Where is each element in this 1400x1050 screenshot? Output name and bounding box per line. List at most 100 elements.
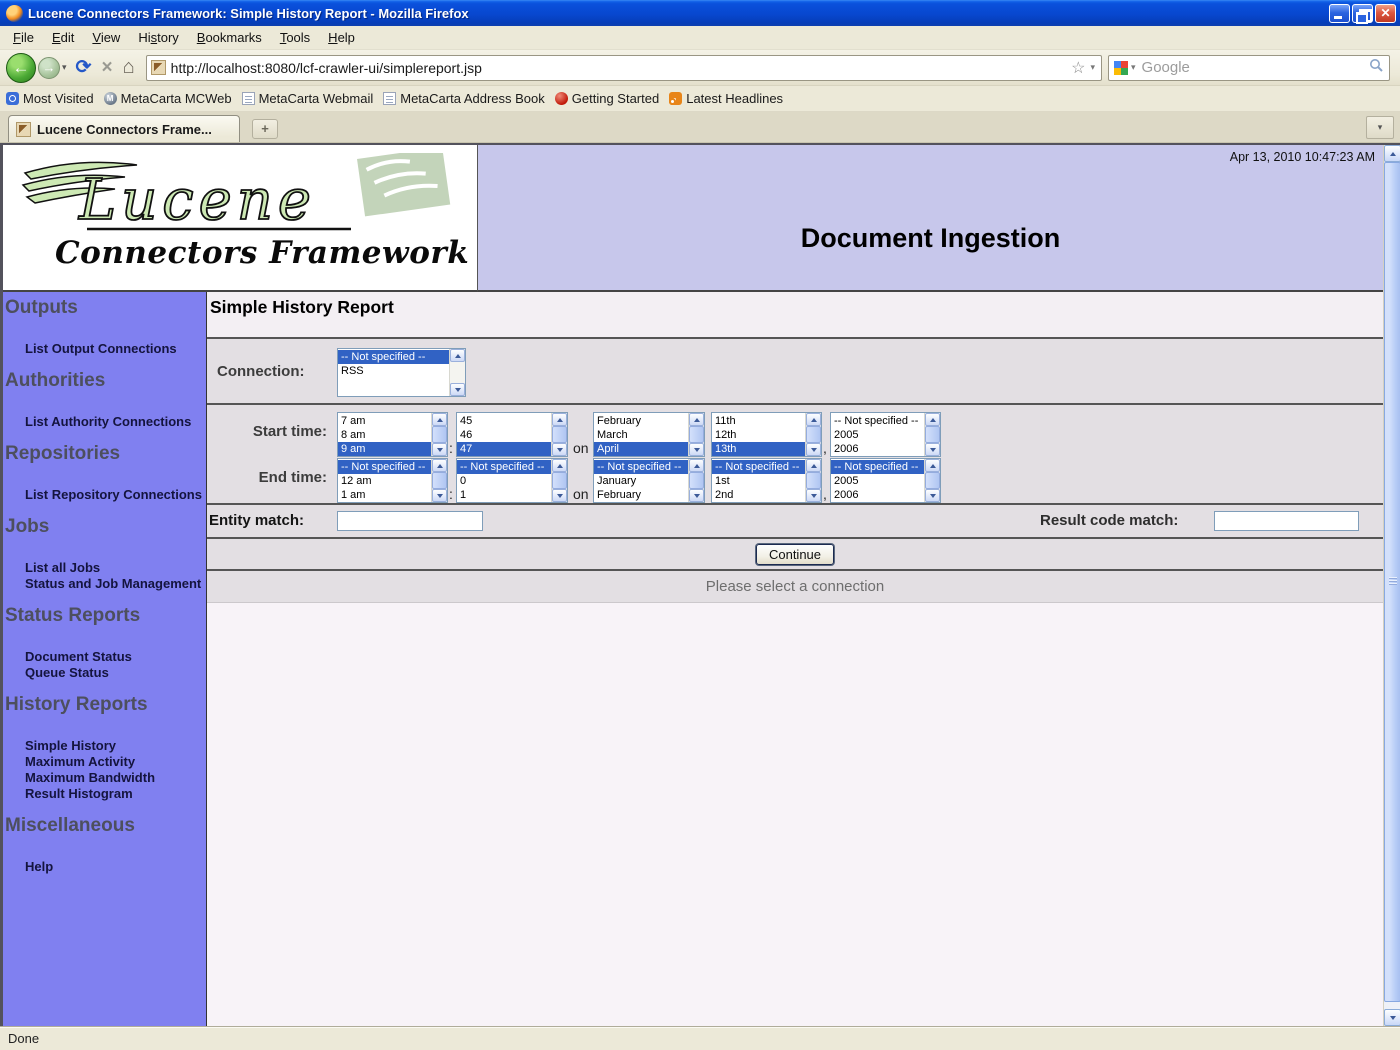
scroll-down-button[interactable] bbox=[689, 443, 704, 456]
menu-help[interactable]: Help bbox=[319, 27, 364, 48]
back-button[interactable]: ← bbox=[6, 53, 36, 83]
sidebar-item-help[interactable]: Help bbox=[25, 859, 206, 875]
history-dropdown-icon[interactable]: ▾ bbox=[62, 62, 67, 73]
entity-match-input[interactable] bbox=[337, 511, 483, 531]
end-year-option-2005[interactable]: 2005 bbox=[831, 474, 924, 488]
listbox-scrollbar[interactable] bbox=[431, 413, 447, 456]
end-hour-listbox[interactable]: -- Not specified --12 am1 am bbox=[337, 458, 448, 503]
start-hour-option-7-am[interactable]: 7 am bbox=[338, 414, 431, 428]
search-magnifier-icon[interactable] bbox=[1369, 58, 1384, 78]
scroll-up-button[interactable] bbox=[925, 413, 940, 426]
listbox-scrollbar[interactable] bbox=[551, 459, 567, 502]
end-hour-option-12-am[interactable]: 12 am bbox=[338, 474, 431, 488]
end-minute-listbox[interactable]: -- Not specified --01 bbox=[456, 458, 568, 503]
scrollbar-thumb[interactable] bbox=[689, 472, 704, 489]
bookmark-getting-started[interactable]: Getting Started bbox=[555, 91, 659, 106]
sidebar-item-result-histogram[interactable]: Result Histogram bbox=[25, 786, 206, 802]
scroll-down-button[interactable] bbox=[552, 443, 567, 456]
scroll-up-button[interactable] bbox=[806, 459, 821, 472]
listbox-scrollbar[interactable] bbox=[431, 459, 447, 502]
start-minute-option-45[interactable]: 45 bbox=[457, 414, 551, 428]
menu-file[interactable]: File bbox=[4, 27, 43, 48]
end-year-listbox[interactable]: -- Not specified --20052006 bbox=[830, 458, 941, 503]
listbox-scrollbar[interactable] bbox=[449, 349, 465, 396]
sidebar-item-queue-status[interactable]: Queue Status bbox=[25, 665, 206, 681]
start-year-option-2006[interactable]: 2006 bbox=[831, 442, 924, 456]
listbox-scrollbar[interactable] bbox=[805, 413, 821, 456]
start-year-option-not-specified[interactable]: -- Not specified -- bbox=[831, 414, 924, 428]
end-year-option-2006[interactable]: 2006 bbox=[831, 488, 924, 502]
start-hour-option-9-am[interactable]: 9 am bbox=[338, 442, 431, 456]
start-month-option-march[interactable]: March bbox=[594, 428, 688, 442]
scroll-up-button[interactable] bbox=[432, 413, 447, 426]
bookmark-latest-headlines[interactable]: Latest Headlines bbox=[669, 91, 783, 106]
home-button[interactable]: ⌂ bbox=[123, 56, 135, 79]
sidebar-item-list-all-jobs[interactable]: List all Jobs bbox=[25, 560, 206, 576]
scroll-up-button[interactable] bbox=[1384, 145, 1400, 162]
reload-button[interactable]: ⟳ bbox=[76, 56, 92, 79]
listbox-scrollbar[interactable] bbox=[688, 413, 704, 456]
tab-lucene-connectors[interactable]: Lucene Connectors Frame... bbox=[8, 115, 240, 142]
scrollbar-thumb[interactable] bbox=[806, 426, 821, 443]
end-day-option-1st[interactable]: 1st bbox=[712, 474, 805, 488]
start-hour-option-8-am[interactable]: 8 am bbox=[338, 428, 431, 442]
bookmark-metacarta-webmail[interactable]: MetaCarta Webmail bbox=[242, 91, 374, 106]
listbox-scrollbar[interactable] bbox=[805, 459, 821, 502]
scroll-down-button[interactable] bbox=[689, 489, 704, 502]
end-day-listbox[interactable]: -- Not specified --1st2nd bbox=[711, 458, 822, 503]
scroll-down-button[interactable] bbox=[552, 489, 567, 502]
sidebar-item-maximum-activity[interactable]: Maximum Activity bbox=[25, 754, 206, 770]
sidebar-item-maximum-bandwidth[interactable]: Maximum Bandwidth bbox=[25, 770, 206, 786]
start-year-listbox[interactable]: -- Not specified --20052006 bbox=[830, 412, 941, 457]
start-month-option-february[interactable]: February bbox=[594, 414, 688, 428]
bookmark-metacarta-address-book[interactable]: MetaCarta Address Book bbox=[383, 91, 545, 106]
end-minute-option-not-specified[interactable]: -- Not specified -- bbox=[457, 460, 551, 474]
listbox-scrollbar[interactable] bbox=[924, 413, 940, 456]
tab-list-dropdown[interactable]: ▾ bbox=[1366, 116, 1394, 139]
continue-button[interactable]: Continue bbox=[756, 544, 834, 565]
scroll-up-button[interactable] bbox=[806, 413, 821, 426]
result-code-input[interactable] bbox=[1214, 511, 1359, 531]
scroll-down-button[interactable] bbox=[925, 489, 940, 502]
scroll-up-button[interactable] bbox=[925, 459, 940, 472]
scroll-down-button[interactable] bbox=[806, 443, 821, 456]
start-hour-listbox[interactable]: 7 am8 am9 am bbox=[337, 412, 448, 457]
scrollbar-thumb[interactable] bbox=[552, 472, 567, 489]
end-minute-option-1[interactable]: 1 bbox=[457, 488, 551, 502]
scroll-up-button[interactable] bbox=[552, 413, 567, 426]
end-minute-option-0[interactable]: 0 bbox=[457, 474, 551, 488]
scrollbar-thumb[interactable] bbox=[925, 472, 940, 489]
end-hour-option-1-am[interactable]: 1 am bbox=[338, 488, 431, 502]
connection-option-rss[interactable]: RSS bbox=[338, 364, 449, 378]
start-day-option-12th[interactable]: 12th bbox=[712, 428, 805, 442]
sidebar-item-document-status[interactable]: Document Status bbox=[25, 649, 206, 665]
end-month-option-january[interactable]: January bbox=[594, 474, 688, 488]
scroll-up-button[interactable] bbox=[552, 459, 567, 472]
scrollbar-thumb[interactable] bbox=[925, 426, 940, 443]
bookmark-most-visited[interactable]: Most Visited bbox=[6, 91, 94, 106]
start-day-option-11th[interactable]: 11th bbox=[712, 414, 805, 428]
url-input[interactable]: http://localhost:8080/lcf-crawler-ui/sim… bbox=[171, 60, 1068, 76]
minimize-button[interactable] bbox=[1329, 4, 1350, 23]
scroll-down-button[interactable] bbox=[432, 489, 447, 502]
menu-view[interactable]: View bbox=[83, 27, 129, 48]
new-tab-button[interactable]: + bbox=[252, 119, 278, 139]
start-minute-option-46[interactable]: 46 bbox=[457, 428, 551, 442]
scroll-down-button[interactable] bbox=[450, 383, 465, 396]
forward-button[interactable]: → bbox=[38, 57, 60, 79]
scrollbar-thumb[interactable] bbox=[432, 426, 447, 443]
scrollbar-thumb[interactable] bbox=[689, 426, 704, 443]
listbox-scrollbar[interactable] bbox=[924, 459, 940, 502]
menu-bookmarks[interactable]: Bookmarks bbox=[188, 27, 271, 48]
sidebar-item-simple-history[interactable]: Simple History bbox=[25, 738, 206, 754]
start-minute-option-47[interactable]: 47 bbox=[457, 442, 551, 456]
bookmark-metacarta-mcweb[interactable]: MMetaCarta MCWeb bbox=[104, 91, 232, 106]
scroll-down-button[interactable] bbox=[1384, 1009, 1400, 1026]
scrollbar-thumb[interactable] bbox=[552, 426, 567, 443]
end-year-option-not-specified[interactable]: -- Not specified -- bbox=[831, 460, 924, 474]
end-month-listbox[interactable]: -- Not specified --JanuaryFebruary bbox=[593, 458, 705, 503]
connection-listbox[interactable]: -- Not specified --RSS bbox=[337, 348, 466, 397]
sidebar-item-list-repository-connections[interactable]: List Repository Connections bbox=[25, 487, 206, 503]
close-button[interactable]: ✕ bbox=[1375, 4, 1396, 23]
sidebar-item-list-authority-connections[interactable]: List Authority Connections bbox=[25, 414, 206, 430]
